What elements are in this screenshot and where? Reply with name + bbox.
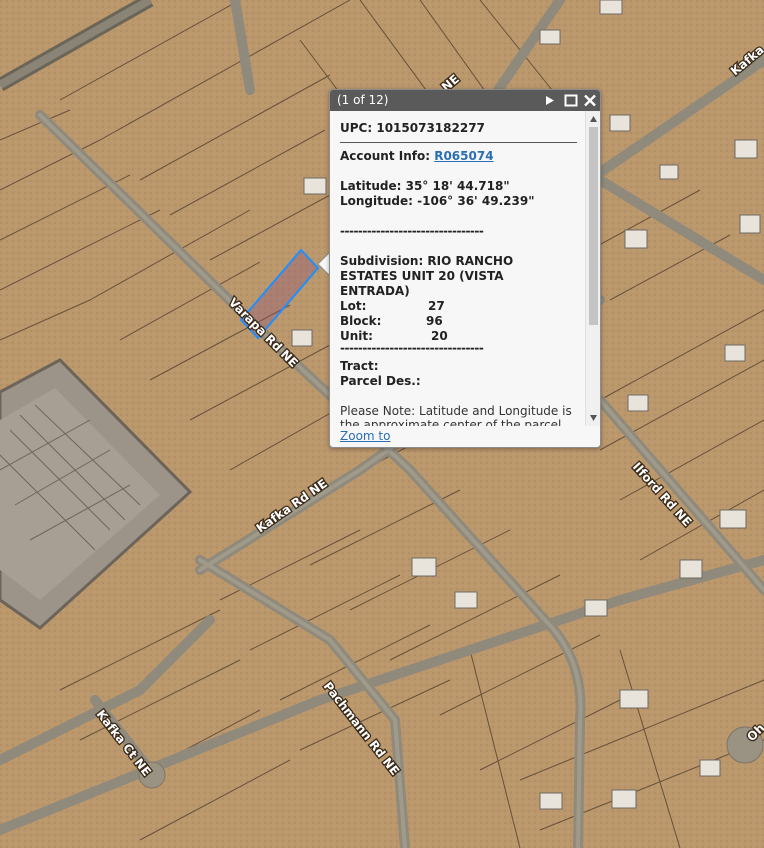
subdivision-line-2: ESTATES UNIT 20 (VISTA xyxy=(340,269,504,283)
popup-header: (1 of 12) xyxy=(330,90,600,111)
play-next-icon[interactable] xyxy=(542,92,558,109)
subdivision-line-1: Subdivision: RIO RANCHO xyxy=(340,254,514,268)
dash-divider: -------------------------------- xyxy=(340,224,484,238)
dash-divider: -------------------------------- xyxy=(340,341,484,355)
upc-label: UPC: xyxy=(340,121,373,135)
close-icon[interactable] xyxy=(582,92,598,109)
scroll-thumb[interactable] xyxy=(589,127,598,325)
block-label: Block: xyxy=(340,314,382,328)
parcel-info-popup: (1 of 12) UPC: 1015073182277 Account Inf… xyxy=(329,89,601,448)
account-label: Account Info: xyxy=(340,149,431,163)
latitude-value: 35° 18' 44.718" xyxy=(405,179,510,193)
lot-label: Lot: xyxy=(340,299,367,313)
longitude-value: -106° 36' 49.239" xyxy=(417,194,535,208)
scroll-up-icon[interactable] xyxy=(589,115,598,123)
parcel-des-label: Parcel Des.: xyxy=(340,374,421,388)
maximize-icon[interactable] xyxy=(563,92,579,109)
upc-value: 1015073182277 xyxy=(376,121,485,135)
separator-line xyxy=(340,142,577,143)
zoom-to-link[interactable]: Zoom to xyxy=(340,429,390,443)
scroll-down-icon[interactable] xyxy=(589,414,598,422)
popup-scrollbar[interactable] xyxy=(585,111,600,426)
popup-content: UPC: 1015073182277 Account Info: R065074… xyxy=(330,111,585,426)
longitude-row: Longitude: -106° 36' 49.239" xyxy=(340,194,534,208)
popup-counter: (1 of 12) xyxy=(337,93,389,107)
longitude-label: Longitude: xyxy=(340,194,413,208)
latitude-row: Latitude: 35° 18' 44.718" xyxy=(340,179,510,193)
latitude-label: Latitude: xyxy=(340,179,402,193)
account-row: Account Info: R065074 xyxy=(340,149,494,163)
coordinates-note: Please Note: Latitude and Longitude is t… xyxy=(340,404,572,426)
upc-row: UPC: 1015073182277 xyxy=(340,121,485,135)
lot-value: 27 xyxy=(428,299,445,313)
account-link[interactable]: R065074 xyxy=(434,149,493,163)
subdivision-line-3: ENTRADA) xyxy=(340,284,410,298)
block-value: 96 xyxy=(426,314,443,328)
tract-label: Tract: xyxy=(340,359,379,373)
